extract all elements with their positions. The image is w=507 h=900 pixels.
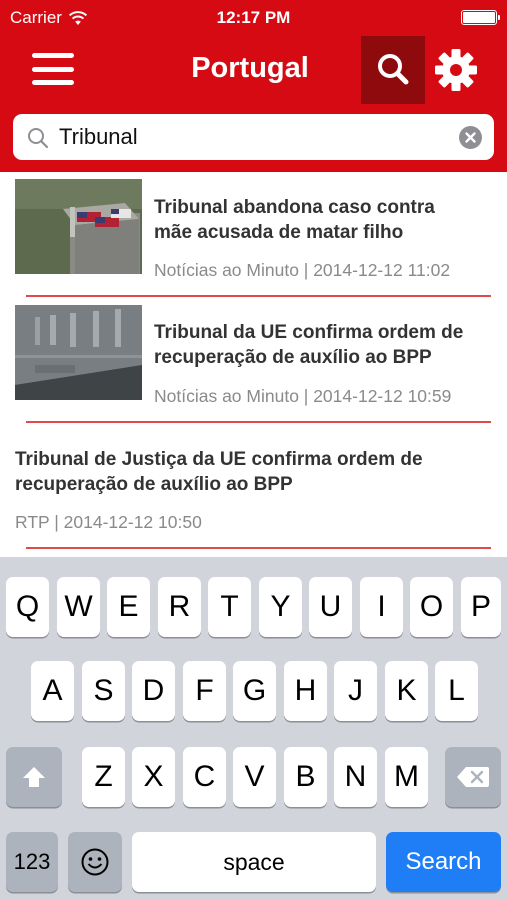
search-bar xyxy=(0,104,507,172)
numbers-key[interactable]: 123 xyxy=(6,832,58,892)
key-d[interactable]: D xyxy=(132,661,175,721)
key-n[interactable]: N xyxy=(334,747,377,807)
key-w[interactable]: W xyxy=(57,577,100,637)
settings-button[interactable] xyxy=(432,46,480,94)
key-u[interactable]: U xyxy=(309,577,352,637)
key-k[interactable]: K xyxy=(385,661,428,721)
battery-icon xyxy=(461,10,500,25)
search-key[interactable]: Search xyxy=(386,832,501,892)
article-title: Tribunal de Justiça da UE confirma ordem… xyxy=(15,449,423,495)
article-thumbnail xyxy=(15,305,142,400)
key-m[interactable]: M xyxy=(385,747,428,807)
key-i[interactable]: I xyxy=(360,577,403,637)
key-p[interactable]: P xyxy=(461,577,501,637)
article-title: Tribunal abandona caso contra mãe acusad… xyxy=(154,197,435,243)
search-icon xyxy=(378,54,409,85)
gear-icon xyxy=(435,49,477,91)
key-e[interactable]: E xyxy=(107,577,150,637)
search-button[interactable] xyxy=(361,36,425,104)
article-meta: Notícias ao Minuto | 2014-12-12 10:59 xyxy=(154,386,452,406)
status-time: 12:17 PM xyxy=(216,8,291,27)
list-item[interactable]: Tribunal abandona caso contra mãe acusad… xyxy=(0,172,507,298)
menu-button[interactable] xyxy=(32,51,74,87)
key-q[interactable]: Q xyxy=(6,577,49,637)
search-input[interactable] xyxy=(59,119,459,155)
space-key[interactable]: space xyxy=(132,832,376,892)
key-z[interactable]: Z xyxy=(82,747,125,807)
key-o[interactable]: O xyxy=(410,577,453,637)
key-v[interactable]: V xyxy=(233,747,276,807)
article-thumbnail xyxy=(15,179,142,274)
search-field[interactable] xyxy=(13,114,494,160)
key-a[interactable]: A xyxy=(31,661,74,721)
key-h[interactable]: H xyxy=(284,661,327,721)
key-g[interactable]: G xyxy=(233,661,276,721)
shift-icon xyxy=(23,767,45,787)
key-x[interactable]: X xyxy=(132,747,175,807)
key-t[interactable]: T xyxy=(208,577,251,637)
magnifier-icon xyxy=(28,128,49,149)
close-icon xyxy=(465,132,476,143)
article-meta: RTP | 2014-12-12 10:50 xyxy=(15,512,202,532)
key-y[interactable]: Y xyxy=(259,577,302,637)
key-b[interactable]: B xyxy=(284,747,327,807)
key-s[interactable]: S xyxy=(82,661,125,721)
nav-bar: Portugal xyxy=(0,36,507,104)
emoji-key[interactable] xyxy=(68,832,122,892)
shift-key[interactable] xyxy=(6,747,62,807)
article-meta: Notícias ao Minuto | 2014-12-12 11:02 xyxy=(154,260,451,280)
hamburger-icon xyxy=(32,53,74,58)
article-title: Tribunal da UE confirma ordem de recuper… xyxy=(154,322,464,368)
page-title: Portugal xyxy=(191,52,309,84)
key-l[interactable]: L xyxy=(435,661,478,721)
backspace-icon xyxy=(457,767,489,787)
emoji-icon xyxy=(81,848,109,876)
list-item[interactable]: Tribunal da UE confirma ordem de recuper… xyxy=(0,298,507,424)
backspace-key[interactable] xyxy=(445,747,501,807)
key-f[interactable]: F xyxy=(183,661,226,721)
keyboard: Q W E R T Y U I O P A S D F G H J K L Z … xyxy=(0,557,507,900)
divider xyxy=(26,295,491,297)
key-r[interactable]: R xyxy=(158,577,201,637)
divider xyxy=(26,421,491,423)
divider xyxy=(26,547,491,549)
list-item[interactable]: Tribunal de Justiça da UE confirma ordem… xyxy=(0,424,507,550)
clear-search-button[interactable] xyxy=(459,126,482,149)
key-j[interactable]: J xyxy=(334,661,377,721)
key-c[interactable]: C xyxy=(183,747,226,807)
status-bar: Carrier 12:17 PM xyxy=(0,0,507,36)
